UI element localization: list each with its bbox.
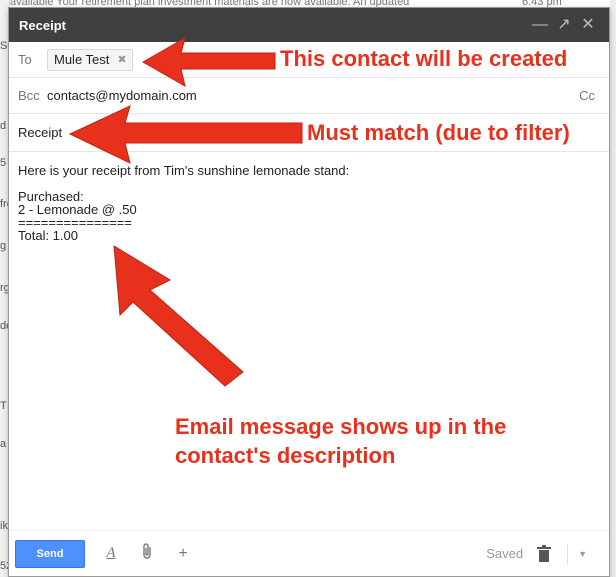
arrow-to-recipient <box>141 36 276 88</box>
arrow-to-body <box>113 245 244 387</box>
annotation-contact-created: This contact will be created <box>280 46 568 71</box>
annotation-email-message-line2: contact's description <box>175 443 396 468</box>
arrow-to-subject <box>68 105 303 164</box>
annotation-email-message-line1: Email message shows up in the <box>175 414 507 439</box>
annotation-arrows <box>68 36 303 387</box>
annotation-must-match: Must match (due to filter) <box>307 120 570 145</box>
